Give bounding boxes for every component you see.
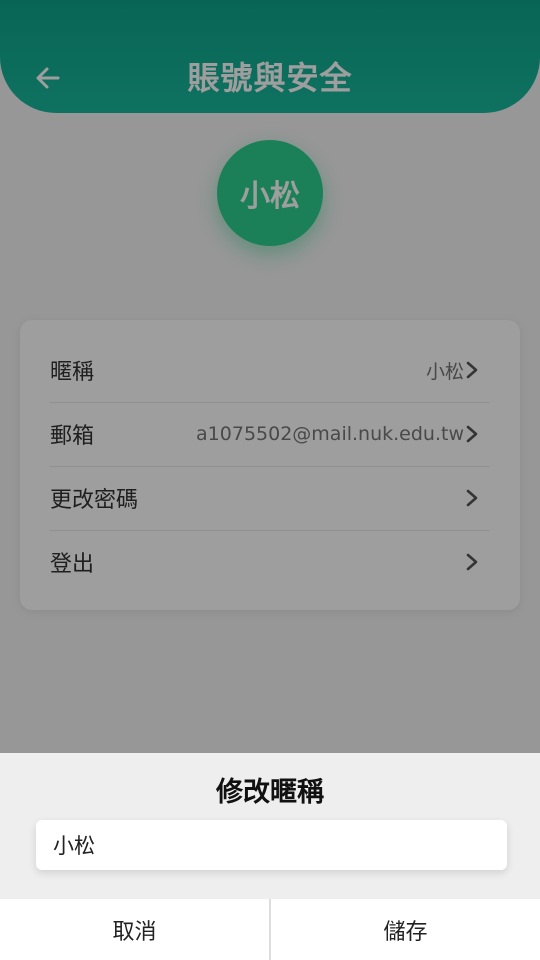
edit-nickname-dialog: 修改暱稱 取消 儲存 — [0, 753, 540, 960]
save-button[interactable]: 儲存 — [271, 899, 540, 960]
cancel-button[interactable]: 取消 — [0, 899, 269, 960]
dialog-button-row: 取消 儲存 — [0, 899, 540, 960]
dialog-title: 修改暱稱 — [216, 777, 324, 808]
nickname-input[interactable] — [36, 820, 507, 870]
